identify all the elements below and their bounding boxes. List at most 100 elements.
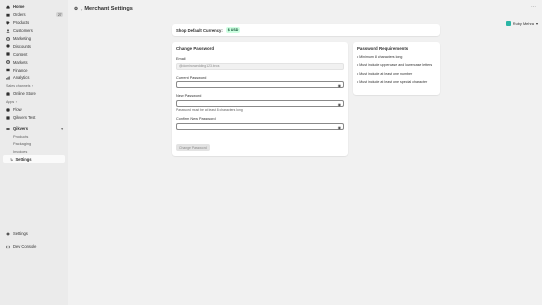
customers-icon [6, 28, 10, 33]
nav-label: Settings [15, 156, 32, 162]
requirement-item: • Must include uppercase and lowercase l… [357, 63, 433, 68]
app-icon [6, 116, 10, 120]
user-name: Ruby Mehra [512, 21, 534, 26]
nav-qikvers-invoices[interactable]: Invoices [0, 148, 68, 156]
nav-dev-console[interactable]: Dev Console [0, 243, 68, 251]
change-password-button[interactable]: Change Password [176, 144, 210, 151]
orders-icon [6, 13, 10, 17]
main-area: ⚙ › Merchant Settings ⋯ Ruby Mehra ▾ Sho… [68, 0, 542, 305]
email-field: @dominowedding123.bros [176, 62, 344, 70]
nav-marketing[interactable]: Marketing [0, 35, 68, 43]
nav-label: Orders [13, 12, 26, 18]
nav-label: Qikvers Test [13, 115, 36, 121]
nav-settings[interactable]: Settings [0, 230, 68, 238]
current-password-label: Current Password [176, 75, 207, 80]
nav-qikvers-test[interactable]: Qikvers Test [0, 114, 68, 122]
eye-icon[interactable]: ◉ [338, 102, 341, 107]
avatar [505, 21, 511, 26]
change-password-title: Change Password [176, 46, 215, 51]
discounts-icon [6, 44, 10, 48]
breadcrumb: ⚙ › Merchant Settings [74, 6, 133, 12]
nav-label: Settings [13, 231, 28, 237]
nav-flow[interactable]: Flow [0, 106, 68, 114]
requirement-item: • Must include at least one special char… [357, 80, 428, 85]
nav-qikvers-products[interactable]: Products [0, 132, 68, 140]
gear-icon [6, 232, 10, 236]
new-password-input[interactable]: ◉ [176, 99, 344, 107]
nav-content[interactable]: Content [0, 50, 68, 58]
chevron-right-icon: › [15, 100, 17, 105]
nav-label: Customers [13, 28, 33, 34]
flow-icon [6, 108, 10, 112]
nav-label: Invoices [13, 148, 28, 154]
new-password-label: New Password [176, 94, 202, 98]
orders-count-badge: 27 [56, 12, 63, 18]
tree-branch-icon: ↳ [10, 156, 14, 162]
nav-finance[interactable]: Finance [0, 66, 68, 74]
confirm-password-label: Confirm New Password [176, 117, 216, 121]
chevron-down-icon: ▾ [535, 21, 538, 26]
nav-label: Marketing [13, 36, 31, 41]
sales-channels-heading[interactable]: Sales channels › [0, 83, 68, 90]
password-requirements-card: Password Requirements • Minimum 8 charac… [353, 42, 440, 95]
eye-icon[interactable]: ◉ [338, 125, 341, 130]
nav-home[interactable]: Home [0, 3, 68, 11]
nav-analytics[interactable]: Analytics [0, 74, 68, 82]
nav-label: Products [13, 20, 30, 26]
nav-orders[interactable]: Orders 27 [0, 11, 68, 19]
markets-icon [6, 60, 10, 65]
page-title: Merchant Settings [84, 6, 133, 12]
email-value: @dominowedding123.bros [179, 64, 220, 68]
page-header: ⚙ › Merchant Settings ⋯ [68, 0, 542, 18]
apps-heading[interactable]: Apps › [0, 99, 68, 106]
confirm-password-input[interactable]: ◉ [176, 122, 344, 130]
nav-label: Dev Console [13, 244, 37, 250]
store-icon [6, 92, 10, 96]
chevron-right-icon: › [31, 84, 34, 89]
current-password-input[interactable]: ◉ [176, 81, 344, 88]
requirements-title: Password Requirements [357, 46, 409, 51]
nav-products[interactable]: Products [0, 19, 68, 27]
nav-label: Qikvers [13, 126, 29, 132]
marketing-icon [6, 36, 10, 41]
nav-customers[interactable]: Customers [0, 27, 68, 35]
user-menu[interactable]: Ruby Mehra ▾ [505, 21, 538, 26]
nav-label: Flow [13, 107, 22, 113]
analytics-icon [6, 76, 10, 80]
nav-discounts[interactable]: Discounts [0, 42, 68, 50]
nav-online-store[interactable]: Online Store [0, 90, 68, 98]
email-label: Email [176, 57, 186, 61]
nav-markets[interactable]: Markets [0, 58, 68, 66]
nav-label: Packaging [13, 141, 32, 147]
new-password-help: Password must be at least 8 characters l… [176, 108, 243, 112]
sidebar: Home Orders 27 Products Customers Market… [0, 0, 68, 305]
eye-icon[interactable]: ◉ [338, 83, 341, 88]
code-icon [6, 245, 10, 249]
nav-label: Content [13, 51, 28, 57]
nav-qikvers-packaging[interactable]: Packaging [0, 140, 68, 148]
nav-qikvers[interactable]: Qikvers ▾ [0, 125, 68, 133]
more-options-icon[interactable]: ⋯ [531, 4, 536, 10]
settings-icon[interactable]: ⚙ [74, 6, 78, 12]
breadcrumb-separator-icon: › [81, 6, 83, 12]
change-password-card: Change Password Email @dominowedding123.… [172, 42, 348, 156]
nav-label: Finance [13, 67, 28, 73]
requirement-item: • Minimum 8 characters long [357, 55, 403, 59]
products-icon [6, 21, 10, 25]
nav-label: Home [13, 4, 25, 10]
currency-label: Shop Default Currency: [176, 27, 223, 33]
nav-label: Online Store [13, 91, 36, 97]
home-icon [6, 5, 10, 9]
currency-card: Shop Default Currency: $ USD [172, 24, 440, 36]
currency-badge: $ USD [225, 27, 241, 33]
app-icon [6, 127, 10, 130]
nav-label: Analytics [13, 75, 30, 81]
requirement-item: • Must include at least one number [357, 71, 413, 76]
nav-label: Markets [13, 59, 28, 65]
finance-icon [6, 68, 10, 72]
chevron-down-icon: ▾ [61, 126, 63, 131]
content-icon [6, 52, 10, 56]
nav-qikvers-settings[interactable]: ↳ Settings [3, 155, 65, 164]
nav-label: Products [13, 133, 29, 139]
nav-label: Discounts [13, 43, 31, 49]
